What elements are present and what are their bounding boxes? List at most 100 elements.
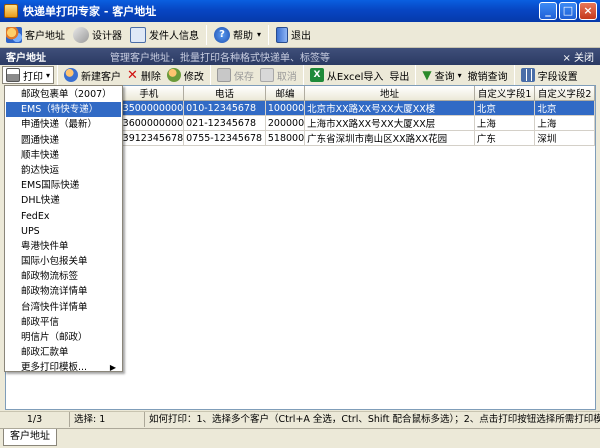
column-header-custom1[interactable]: 自定义字段1 (474, 86, 536, 101)
field-settings-button[interactable]: 字段设置 (518, 66, 581, 84)
menu-item-yto[interactable]: 圆通快递 (6, 133, 121, 148)
exit-button[interactable]: 退出 (272, 24, 315, 46)
cell-custom1: 上海 (474, 115, 536, 131)
menu-item-postal-logistics-detail[interactable]: 邮政物流详情单 (6, 284, 121, 299)
app-icon (4, 4, 18, 18)
cell-address: 北京市XX路XX号XX大厦XX楼 (304, 100, 475, 116)
window-title: 快递单打印专家 - 客户地址 (23, 5, 157, 18)
print-template-menu: 邮政包裹单（2007） EMS（特快专递） 申通快递（最新） 圆通快递 顺丰快递… (4, 85, 123, 375)
menu-item-postcard[interactable]: 明信片（邮政） (6, 330, 121, 345)
cell-custom1: 北京 (474, 100, 536, 116)
undo-query-button[interactable]: 撤销查询 (465, 66, 511, 84)
designer-button[interactable]: 设计器 (69, 24, 126, 46)
toolbar-separator (268, 24, 270, 45)
cell-mobile: 13500000000 (114, 100, 185, 116)
status-hint: 如何打印：1、选择多个客户（Ctrl+A 全选，Ctrl、Shift 配合鼠标多… (149, 414, 600, 425)
cell-phone: 0755-12345678 (183, 130, 266, 146)
panel-header: 客户地址 管理客户地址，批量打印各种格式快递单、标签等 × 关闭 (0, 48, 600, 65)
export-button[interactable]: 导出 (386, 66, 412, 84)
cell-custom2: 深圳 (534, 130, 595, 146)
toolbar-separator (206, 24, 207, 45)
column-header-zip[interactable]: 邮编 (265, 86, 306, 101)
toolbar-separator (513, 65, 515, 85)
add-user-icon (64, 68, 79, 82)
column-header-mobile[interactable]: 手机 (114, 86, 185, 101)
toolbar-separator (57, 65, 59, 85)
cell-phone: 021-12345678 (183, 115, 266, 131)
cell-custom2: 上海 (534, 115, 595, 131)
cell-phone: 010-12345678 (183, 100, 266, 116)
cancel-button[interactable]: 取消 (257, 66, 300, 84)
chevron-down-icon: ▾ (46, 70, 51, 80)
customers-button[interactable]: 客户地址 (2, 24, 69, 46)
query-button[interactable]: ▼ 查询 ▾ (419, 66, 464, 84)
filter-funnel-icon: ▼ (422, 68, 432, 82)
column-header-phone[interactable]: 电话 (183, 86, 266, 101)
customers-icon (6, 26, 22, 43)
panel-title: 客户地址 (6, 53, 46, 64)
help-button[interactable]: ? 帮助 ▾ (210, 24, 265, 46)
exit-door-icon (276, 26, 289, 43)
column-header-address[interactable]: 地址 (304, 86, 475, 101)
menu-item-intl-small-parcel[interactable]: 国际小包报关单 (6, 254, 121, 269)
chevron-down-icon: ▾ (257, 30, 262, 39)
delete-button[interactable]: ✕ 删除 (124, 66, 164, 84)
sender-info-button[interactable]: 发件人信息 (126, 24, 203, 46)
main-toolbar: 客户地址 设计器 发件人信息 ? 帮助 ▾ 退出 (0, 22, 600, 48)
toolbar-separator (302, 65, 304, 85)
menu-item-ems-intl[interactable]: EMS国际快递 (6, 178, 121, 193)
menu-item-postal-parcel[interactable]: 邮政包裹单（2007） (6, 87, 121, 102)
edit-button[interactable]: 修改 (164, 66, 207, 84)
panel-description: 管理客户地址，批量打印各种格式快递单、标签等 (110, 53, 330, 64)
save-disk-icon (216, 68, 231, 82)
customer-toolbar: 打印 ▾ 新建客户 ✕ 删除 修改 保存 取消 X 从Excel导入 导出 ▼ … (0, 65, 600, 85)
menu-item-fedex[interactable]: FedEx (6, 209, 121, 224)
menu-item-postal-letter[interactable]: 邮政平信 (6, 315, 121, 330)
cell-zip: 518000 (265, 130, 306, 146)
cell-mobile: 13600000000 (114, 115, 185, 131)
toolbar-separator (209, 65, 211, 85)
status-selected: 选择: 1 (70, 412, 145, 427)
cell-address: 广东省深圳市南山区XX路XX花园 (304, 130, 475, 146)
menu-item-postal-remittance[interactable]: 邮政汇款单 (6, 345, 121, 360)
menu-item-ems[interactable]: EMS（特快专递） (6, 102, 121, 118)
panel-close-button[interactable]: × 关闭 (562, 49, 600, 64)
tab-customer-address[interactable]: 客户地址 (3, 429, 57, 446)
status-bar: 1/3 选择: 1 如何打印：1、选择多个客户（Ctrl+A 全选，Ctrl、S… (0, 411, 600, 427)
menu-item-more-templates[interactable]: 更多打印模板... ▶ (6, 360, 121, 375)
edit-user-icon (166, 68, 181, 82)
cell-zip: 200000 (265, 115, 306, 131)
cancel-icon (259, 68, 274, 82)
new-customer-button[interactable]: 新建客户 (61, 66, 124, 84)
chevron-right-icon: ▶ (109, 363, 116, 373)
grid-settings-icon (520, 68, 535, 82)
menu-item-yunda[interactable]: 韵达快运 (6, 163, 121, 178)
cell-address: 上海市XX路XX号XX大厦XX层 (304, 115, 475, 131)
maximize-button[interactable]: □ (559, 2, 577, 20)
menu-item-postal-logistics-label[interactable]: 邮政物流标签 (6, 269, 121, 284)
cell-zip: 100000 (265, 100, 306, 116)
chevron-down-icon: ▾ (457, 70, 462, 80)
sender-card-icon (130, 26, 146, 43)
cell-mobile: 13912345678 (114, 130, 185, 146)
toolbar-separator (415, 65, 417, 85)
printer-icon (6, 68, 20, 82)
menu-item-hk-express[interactable]: 粤港快件单 (6, 239, 121, 254)
menu-item-taiwan-express[interactable]: 台湾快件详情单 (6, 300, 121, 315)
menu-item-sf[interactable]: 顺丰快递 (6, 148, 121, 163)
help-icon: ? (214, 26, 230, 43)
excel-icon: X (309, 68, 324, 82)
minimize-button[interactable]: _ (539, 2, 557, 20)
column-header-custom2[interactable]: 自定义字段2 (534, 86, 595, 101)
menu-item-sto[interactable]: 申通快递（最新） (6, 117, 121, 132)
close-window-button[interactable]: × (579, 2, 597, 20)
menu-item-dhl[interactable]: DHL快递 (6, 193, 121, 208)
save-button[interactable]: 保存 (214, 66, 257, 84)
menu-item-ups[interactable]: UPS (6, 224, 121, 239)
import-excel-button[interactable]: X 从Excel导入 (307, 66, 387, 84)
bottom-tab-strip: 客户地址 (0, 428, 600, 448)
designer-icon (73, 26, 89, 43)
delete-x-icon: ✕ (127, 67, 138, 83)
cell-custom2: 北京 (534, 100, 595, 116)
print-button[interactable]: 打印 ▾ (2, 66, 55, 84)
